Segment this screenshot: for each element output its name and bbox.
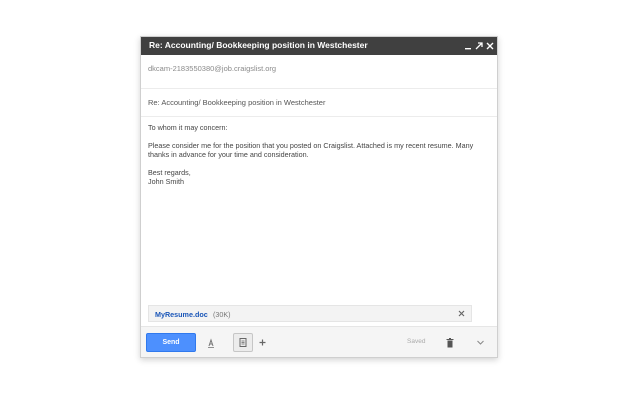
- send-button[interactable]: Send: [146, 333, 196, 352]
- to-field-value: dkcam-2183550380@job.craigslist.org: [148, 64, 277, 73]
- insert-more-icon[interactable]: [257, 333, 267, 352]
- remove-attachment-icon[interactable]: [457, 309, 466, 318]
- to-field[interactable]: dkcam-2183550380@job.craigslist.org: [141, 55, 497, 89]
- attach-file-icon[interactable]: [233, 333, 253, 352]
- subject-field[interactable]: Re: Accounting/ Bookkeeping position in …: [141, 89, 497, 117]
- message-greeting: To whom it may concern:: [148, 123, 228, 132]
- attachment-name[interactable]: MyResume.doc: [155, 310, 208, 319]
- attachment-chip[interactable]: MyResume.doc (30K): [148, 305, 472, 322]
- popout-icon[interactable]: [474, 39, 484, 52]
- minimize-icon[interactable]: [463, 39, 473, 52]
- compose-toolbar: Send Saved: [141, 326, 497, 357]
- trash-icon[interactable]: [443, 333, 457, 352]
- attachment-size: (30K): [213, 310, 231, 319]
- message-signature: John Smith: [148, 177, 184, 186]
- compose-title: Re: Accounting/ Bookkeeping position in …: [149, 40, 368, 50]
- message-closing: Best regards,: [148, 167, 191, 177]
- subject-field-value: Re: Accounting/ Bookkeeping position in …: [148, 98, 326, 107]
- compose-titlebar[interactable]: Re: Accounting/ Bookkeeping position in …: [141, 37, 497, 55]
- compose-window: Re: Accounting/ Bookkeeping position in …: [140, 36, 498, 358]
- more-options-icon[interactable]: [473, 333, 487, 352]
- saved-status: Saved: [407, 338, 426, 345]
- message-paragraph: Please consider me for the position that…: [148, 140, 474, 160]
- message-body[interactable]: To whom it may concern: Please consider …: [148, 123, 487, 187]
- close-icon[interactable]: [485, 39, 495, 52]
- format-text-icon[interactable]: [203, 333, 219, 352]
